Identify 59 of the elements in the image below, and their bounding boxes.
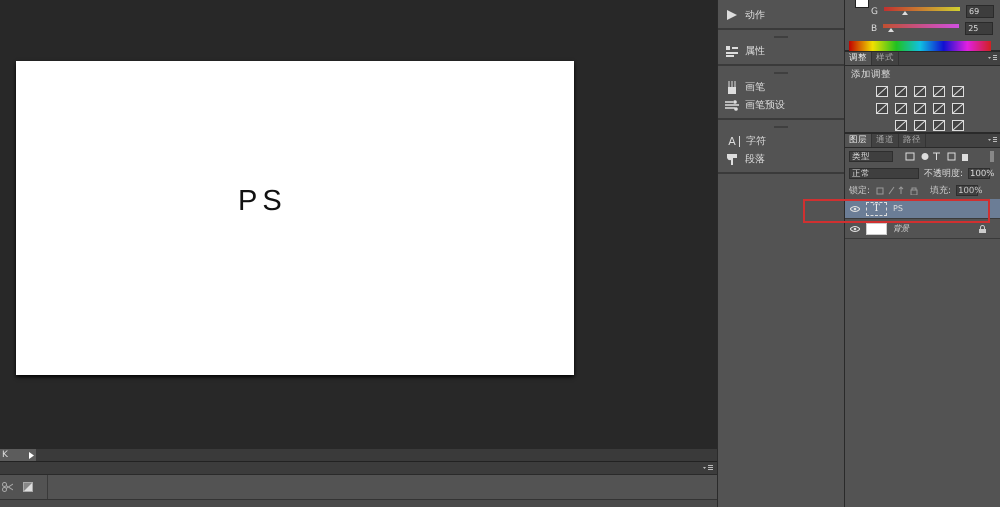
color-slider[interactable] bbox=[883, 24, 960, 33]
panel-item[interactable]: A 字符 bbox=[718, 132, 844, 150]
color-slider[interactable] bbox=[884, 7, 960, 16]
panel-menu-icon[interactable] bbox=[988, 137, 997, 143]
channel-value-field[interactable]: 25 bbox=[965, 22, 994, 35]
filter-toggle[interactable] bbox=[990, 151, 994, 162]
properties-icon bbox=[725, 46, 739, 56]
fill-label: 填充: bbox=[930, 184, 952, 197]
eye-icon[interactable] bbox=[850, 206, 860, 212]
panel-item[interactable]: 动作 bbox=[718, 6, 844, 24]
panel-item[interactable]: 段落 bbox=[718, 150, 844, 168]
adjustment-icon[interactable] bbox=[933, 103, 945, 114]
adjustment-icon[interactable] bbox=[914, 86, 926, 97]
sliders-icon bbox=[725, 100, 739, 110]
lock-label: 锁定: bbox=[849, 184, 870, 197]
adjustment-icon[interactable] bbox=[933, 120, 945, 131]
adjustment-icon[interactable] bbox=[895, 86, 907, 97]
play-icon[interactable] bbox=[28, 452, 34, 458]
channel-label: G bbox=[871, 6, 878, 16]
adjustment-icon[interactable] bbox=[952, 120, 964, 131]
panel-item[interactable]: 画笔预设 bbox=[718, 96, 844, 114]
color-spectrum[interactable] bbox=[849, 41, 991, 51]
panel-menu-icon[interactable] bbox=[703, 465, 713, 471]
opacity-label: 不透明度: bbox=[924, 168, 964, 180]
layer-thumbnail bbox=[866, 222, 887, 234]
mask-icon[interactable] bbox=[23, 482, 33, 492]
panel-tab[interactable]: 路径 bbox=[899, 134, 926, 147]
channel-value-field[interactable]: 69 bbox=[966, 5, 994, 18]
panel-tab[interactable]: 样式 bbox=[872, 52, 899, 65]
adjustment-icon[interactable] bbox=[895, 120, 907, 131]
panel-tab[interactable]: 图层 bbox=[845, 134, 872, 147]
adjustment-icon[interactable] bbox=[914, 103, 926, 114]
adjustment-icon[interactable] bbox=[952, 103, 964, 114]
adjustment-icon[interactable] bbox=[933, 86, 945, 97]
channel-label: B bbox=[871, 24, 878, 34]
adjustment-icon[interactable] bbox=[952, 86, 964, 97]
zoom-field[interactable]: K bbox=[0, 449, 36, 461]
adjustment-icon[interactable] bbox=[895, 103, 907, 114]
canvas-text: PS bbox=[238, 185, 287, 217]
layer-name: 背景 bbox=[893, 223, 909, 234]
panel-item[interactable]: 画笔 bbox=[718, 78, 844, 96]
adjustment-icon[interactable] bbox=[914, 120, 926, 131]
panel-tab[interactable]: 通道 bbox=[872, 134, 899, 147]
adjustment-icon[interactable] bbox=[876, 103, 888, 114]
panel-tab[interactable]: 调整 bbox=[845, 52, 872, 65]
layer-row[interactable]: 背景 bbox=[845, 219, 1000, 239]
play-icon bbox=[725, 10, 739, 20]
panel-menu-icon[interactable] bbox=[988, 55, 997, 61]
filter-dropdown[interactable]: 类型 bbox=[849, 151, 893, 162]
paragraph-icon bbox=[725, 154, 739, 164]
blend-mode-dropdown[interactable]: 正常 bbox=[849, 168, 919, 179]
panel-heading: 添加调整 bbox=[850, 68, 892, 82]
layer-name: PS bbox=[893, 204, 903, 213]
panel-item[interactable]: 属性 bbox=[718, 42, 844, 60]
brush-icon bbox=[725, 80, 739, 94]
text-layer-thumbnail: T bbox=[866, 202, 887, 216]
scissors-icon[interactable] bbox=[2, 482, 13, 492]
adjustment-icon[interactable] bbox=[876, 86, 888, 97]
eye-icon[interactable] bbox=[850, 226, 860, 232]
